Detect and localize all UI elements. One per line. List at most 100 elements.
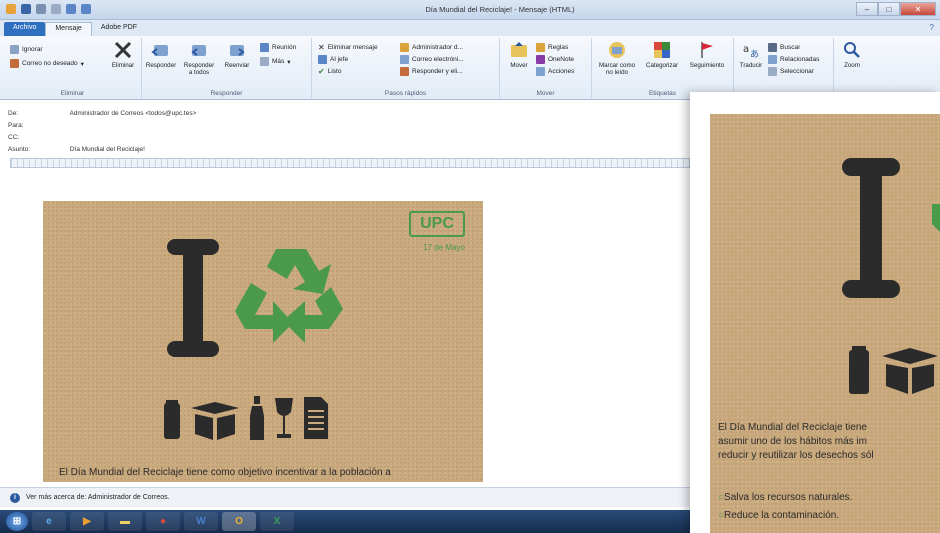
zoomed-text-line-1: El Día Mundial del Reciclaje tiene	[718, 422, 867, 433]
zoomed-text-line-2: asumir uno de los hábitos más im	[718, 436, 867, 447]
eliminar-mensaje-button[interactable]: ✕ Eliminar mensaje	[318, 42, 378, 53]
maximize-button[interactable]: □	[878, 2, 900, 16]
info-icon: i	[10, 492, 20, 503]
tab-mensaje[interactable]: Mensaje	[45, 22, 92, 36]
ruler[interactable]	[10, 158, 690, 168]
quick-access-toolbar	[6, 4, 91, 14]
delete-x-icon: ✕	[318, 43, 325, 52]
header-to-row: Para:	[8, 122, 68, 129]
reenviar-button[interactable]: Reenviar	[218, 40, 256, 69]
categorizar-button[interactable]: Categorizar	[640, 40, 684, 69]
zoomed-preview: El Día Mundial del Reciclaje tiene asumi…	[690, 92, 940, 533]
reply-icon	[151, 45, 168, 56]
chevron-down-icon: ▾	[287, 58, 291, 66]
traducir-button[interactable]: aあ Traducir	[734, 40, 768, 69]
undo-icon[interactable]	[36, 4, 46, 14]
mas-button[interactable]: Más ▾	[260, 56, 291, 67]
recycling-card: UPC 17 de Mayo El Día Mundial del Recicl…	[43, 201, 483, 482]
outlook-taskbar-icon[interactable]: O	[222, 512, 256, 531]
checkmark-icon: ✔	[318, 67, 325, 76]
correo-no-deseado-button[interactable]: Correo no deseado ▾	[10, 58, 84, 69]
acciones-button[interactable]: Acciones	[536, 66, 574, 77]
eliminar-button[interactable]: Eliminar	[104, 40, 142, 69]
internet-explorer-icon[interactable]: e	[32, 512, 66, 531]
cc-label: CC:	[8, 134, 20, 141]
seguimiento-button[interactable]: Seguimiento	[684, 40, 730, 69]
arrow-down-icon[interactable]	[81, 4, 91, 14]
title-bar: Día Mundial del Reciclaje! - Mensaje (HT…	[0, 0, 940, 20]
message-body[interactable]: UPC 17 de Mayo El Día Mundial del Recicl…	[0, 170, 690, 482]
svg-text:a: a	[743, 44, 749, 55]
ribbon-tabs: Archivo Mensaje Adobe PDF ?	[0, 20, 940, 36]
zoomed-bullet-2: ○Reduce la contaminación.	[718, 510, 840, 521]
junk-mail-icon	[10, 59, 19, 68]
zoom-button[interactable]: Zoom	[834, 40, 870, 69]
minimize-button[interactable]: –	[856, 2, 878, 16]
forward-icon	[318, 55, 327, 64]
ignorar-button[interactable]: Ignorar	[10, 44, 43, 55]
relacionadas-button[interactable]: Relacionadas	[768, 54, 819, 65]
mark-unread-icon	[609, 42, 625, 58]
zoomed-card: El Día Mundial del Reciclaje tiene asumi…	[710, 114, 940, 533]
header-from-row: De: Administrador de Correos <todos@upc.…	[8, 110, 196, 117]
letter-i-graphic-zoomed	[842, 158, 900, 298]
group-pasos-rapidos: ✕ Eliminar mensaje Al jefe ✔ Listo Admin…	[312, 38, 500, 98]
arrow-up-icon[interactable]	[66, 4, 76, 14]
from-value[interactable]: Administrador de Correos <todos@upc.tes>	[69, 110, 196, 117]
buscar-button[interactable]: Buscar	[768, 42, 800, 53]
group-zoom: Zoom	[834, 38, 874, 98]
mover-button[interactable]: Mover	[500, 40, 538, 69]
group-label-pasos: Pasos rápidos	[384, 90, 427, 97]
outlook-app-icon	[6, 4, 16, 14]
group-edicion: aあ Traducir Buscar Relacionadas Seleccio…	[734, 38, 834, 98]
taskbar: ⊞ e ▶ ▬ ● W O X	[0, 510, 690, 533]
word-icon[interactable]: W	[184, 512, 218, 531]
from-label: De:	[8, 110, 19, 117]
people-pane-text[interactable]: Ver más acerca de: Administrador de Corr…	[26, 494, 170, 501]
folder-icon[interactable]: ▬	[108, 512, 142, 531]
magnifier-icon	[844, 42, 860, 58]
close-button[interactable]: ✕	[900, 2, 936, 16]
event-date: 17 de Mayo	[423, 243, 465, 252]
excel-icon[interactable]: X	[260, 512, 294, 531]
waste-icons-row	[163, 396, 329, 440]
box-icon-zoomed	[882, 348, 938, 394]
recycle-icon-zoomed	[932, 204, 940, 232]
start-button[interactable]: ⊞	[6, 512, 28, 531]
translate-icon: aあ	[743, 44, 759, 60]
marcar-no-leido-button[interactable]: Marcar como no leído	[594, 40, 640, 76]
group-mover: Mover Reglas OneNote Acciones Mover	[500, 38, 592, 98]
group-responder: Responder Responder a todos Reenviar Reu…	[142, 38, 312, 98]
header-cc-row: CC:	[8, 134, 68, 141]
reunion-button[interactable]: Reunión	[260, 42, 296, 53]
group-etiquetas: Marcar como no leído Categorizar Seguimi…	[592, 38, 734, 98]
reglas-button[interactable]: Reglas	[536, 42, 568, 53]
document-icon	[304, 397, 328, 439]
more-icon	[260, 57, 269, 66]
tab-archivo[interactable]: Archivo	[4, 22, 46, 36]
zoomed-bullet-1: ○Salva los recursos naturales.	[718, 492, 853, 503]
onenote-button[interactable]: OneNote	[536, 54, 574, 65]
media-player-icon[interactable]: ▶	[70, 512, 104, 531]
recycle-icon	[235, 249, 343, 343]
responder-y-eliminar-button[interactable]: Responder y eli...	[400, 66, 463, 77]
redo-icon[interactable]	[51, 4, 61, 14]
zoomed-text-line-3: reducir y reutilizar los desechos sól	[718, 450, 874, 461]
responder-todos-button[interactable]: Responder a todos	[180, 40, 218, 76]
responder-button[interactable]: Responder	[142, 40, 180, 69]
tab-adobe-pdf[interactable]: Adobe PDF	[92, 22, 146, 36]
save-icon[interactable]	[21, 4, 31, 14]
group-eliminar: Ignorar Correo no deseado ▾ Eliminar Eli…	[4, 38, 142, 98]
people-pane-bar[interactable]: i Ver más acerca de: Administrador de Co…	[0, 487, 690, 507]
chrome-icon[interactable]: ●	[146, 512, 180, 531]
seleccionar-button[interactable]: Seleccionar	[768, 66, 814, 77]
categorize-icon	[654, 42, 670, 58]
administrador-button[interactable]: Administrador d...	[400, 42, 463, 53]
al-jefe-button[interactable]: Al jefe	[318, 54, 348, 65]
window-title: Día Mundial del Reciclaje! - Mensaje (HT…	[425, 5, 575, 14]
help-icon[interactable]: ?	[930, 23, 934, 32]
box-icon	[191, 402, 239, 440]
listo-button[interactable]: ✔ Listo	[318, 66, 341, 77]
delete-x-icon	[114, 41, 132, 59]
correo-electronico-button[interactable]: Correo electróni...	[400, 54, 464, 65]
